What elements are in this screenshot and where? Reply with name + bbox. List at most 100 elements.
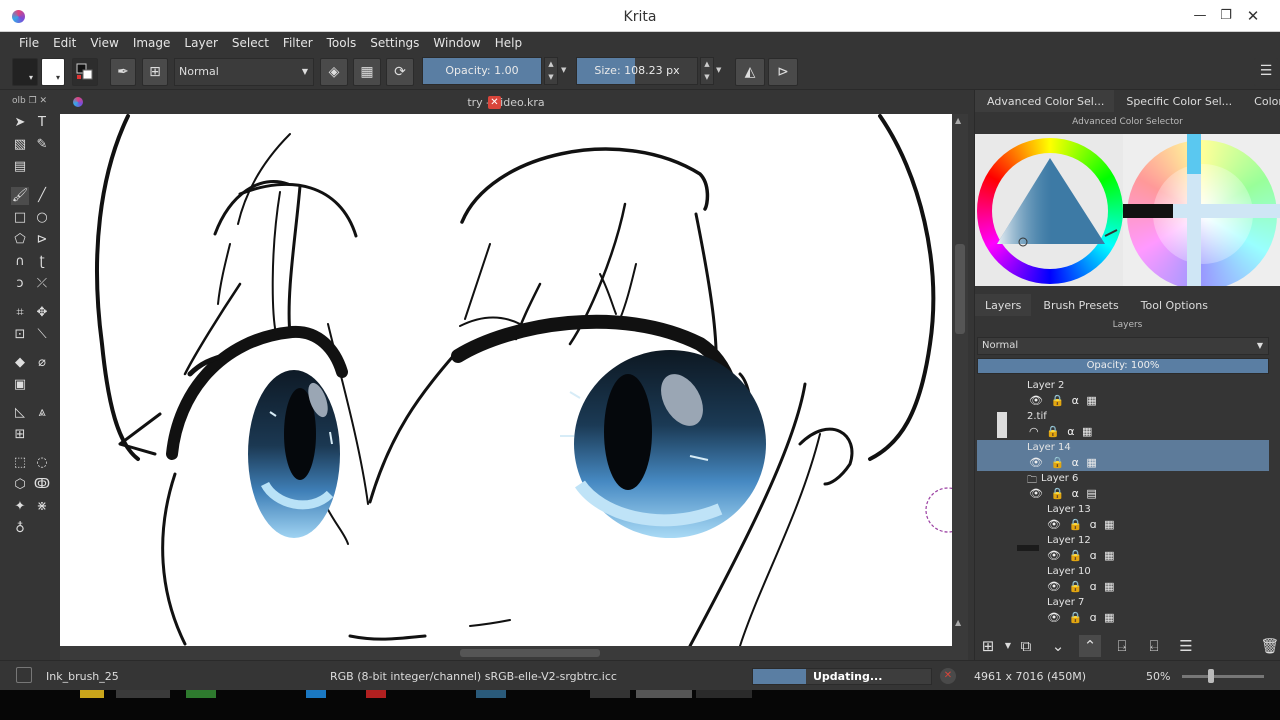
opacity-slider[interactable]: Opacity: 1.00 bbox=[422, 57, 542, 85]
layer-row[interactable]: Layer 2 👁 🔒 α ▦ bbox=[977, 378, 1269, 409]
dynamic-brush-icon[interactable]: ↄ bbox=[11, 275, 29, 293]
menu-tools[interactable]: Tools bbox=[320, 32, 364, 54]
freehand-select-icon[interactable]: ↂ bbox=[33, 476, 51, 494]
tab-brush-presets[interactable]: Brush Presets bbox=[1031, 294, 1128, 316]
scroll-down-icon[interactable]: ▲ bbox=[955, 618, 961, 627]
taskbar-app-icon[interactable] bbox=[590, 690, 630, 698]
layer-row[interactable]: Layer 10 👁 🔒 ɑ ▦ bbox=[977, 564, 1269, 595]
advanced-color-selector[interactable] bbox=[975, 134, 1280, 286]
perspective-grid-icon[interactable]: ⩓ bbox=[33, 404, 51, 422]
scroll-up-icon[interactable]: ▲ bbox=[955, 116, 961, 125]
layer-property-icons[interactable]: 👁 🔒 ɑ ▦ bbox=[1047, 611, 1117, 624]
transform-tool-icon[interactable]: ⊡ bbox=[11, 326, 29, 344]
layer-group-row[interactable]: 🗀 Layer 6 👁 🔒 α ▤ bbox=[977, 471, 1269, 502]
menu-edit[interactable]: Edit bbox=[46, 32, 83, 54]
zoom-level[interactable]: 50% bbox=[1146, 670, 1170, 683]
color-picker-icon[interactable]: ⌀ bbox=[33, 354, 51, 372]
tab-tool-options[interactable]: Tool Options bbox=[1129, 294, 1218, 316]
taskbar-app-icon[interactable] bbox=[636, 690, 692, 698]
document-tab-title[interactable]: try - video.kra bbox=[60, 96, 952, 109]
taskbar-app-icon[interactable] bbox=[116, 690, 170, 698]
bezier-select-icon[interactable]: ♁ bbox=[11, 520, 29, 538]
menu-filter[interactable]: Filter bbox=[276, 32, 320, 54]
menu-file[interactable]: File bbox=[12, 32, 46, 54]
flatten-layer-icon[interactable]: ⍇ bbox=[1143, 635, 1165, 657]
cancel-update-icon[interactable]: ✕ bbox=[940, 668, 956, 684]
tab-color-sliders[interactable]: Color Sli... bbox=[1242, 90, 1280, 112]
text-tool-icon[interactable]: T bbox=[33, 114, 51, 132]
add-layer-icon[interactable]: ⊞ bbox=[977, 635, 999, 657]
restore-button[interactable]: ❐ bbox=[1216, 8, 1236, 24]
layer-row[interactable]: 2.tif ◠ 🔒 α ▦ bbox=[977, 409, 1269, 440]
minimize-button[interactable]: — bbox=[1190, 8, 1210, 24]
calligraphy-icon[interactable]: ✎ bbox=[33, 136, 51, 154]
layer-property-icons[interactable]: 👁 🔒 ɑ ▦ bbox=[1047, 549, 1117, 562]
foreground-color-swatch[interactable]: ▾ bbox=[12, 58, 38, 86]
brush-settings-icon[interactable]: ⊞ bbox=[142, 58, 168, 86]
multibrush-icon[interactable]: ⤫ bbox=[33, 275, 51, 293]
brush-preset-icon[interactable]: ✒ bbox=[110, 58, 136, 86]
rect-select-icon[interactable]: ⬚ bbox=[11, 454, 29, 472]
taskbar-app-icon[interactable] bbox=[696, 690, 752, 698]
opacity-dropdown-icon[interactable]: ▼ bbox=[561, 66, 566, 74]
freehand-path-icon[interactable]: ʈ bbox=[33, 253, 51, 271]
menu-image[interactable]: Image bbox=[126, 32, 178, 54]
reload-preset-icon[interactable]: ⟳ bbox=[386, 58, 414, 86]
move-layer-down-icon[interactable]: ⌄ bbox=[1047, 635, 1069, 657]
delete-layer-icon[interactable]: 🗑 bbox=[1259, 635, 1280, 657]
measure-tool-icon[interactable]: ⟍ bbox=[33, 326, 51, 344]
reference-tool-icon[interactable]: ▤ bbox=[11, 158, 29, 176]
gradient-tool-icon[interactable]: ▣ bbox=[11, 376, 29, 394]
eraser-mode-icon[interactable]: ◈ bbox=[320, 58, 348, 86]
blend-mode-select[interactable]: Normal ▼ bbox=[174, 58, 314, 86]
layer-options-icon[interactable]: ☰ bbox=[1175, 635, 1197, 657]
size-dropdown-icon[interactable]: ▼ bbox=[716, 66, 721, 74]
size-slider[interactable]: Size: 108.23 px bbox=[576, 57, 698, 85]
move-tool-icon[interactable]: ✥ bbox=[33, 304, 51, 322]
opacity-spin-buttons[interactable]: ▲ ▼ bbox=[544, 57, 558, 85]
polygon-select-icon[interactable]: ⬡ bbox=[11, 476, 29, 494]
menu-help[interactable]: Help bbox=[488, 32, 529, 54]
duplicate-layer-icon[interactable]: ⧉ bbox=[1015, 635, 1037, 657]
tab-specific-color-selector[interactable]: Specific Color Sel... bbox=[1114, 90, 1242, 112]
close-button[interactable]: ✕ bbox=[1238, 8, 1268, 24]
swap-colors-icon[interactable] bbox=[72, 58, 98, 86]
zoom-slider-knob[interactable] bbox=[1208, 669, 1214, 683]
polygon-tool-icon[interactable]: ⬠ bbox=[11, 231, 29, 249]
grid-tool-icon[interactable]: ⊞ bbox=[11, 426, 29, 444]
select-shapes-icon[interactable]: ➤ bbox=[11, 114, 29, 132]
edit-shapes-icon[interactable]: ▧ bbox=[11, 136, 29, 154]
taskbar-app-icon[interactable] bbox=[476, 690, 506, 698]
close-document-button[interactable]: ✕ bbox=[488, 96, 501, 109]
zoom-slider[interactable] bbox=[1182, 669, 1264, 683]
menu-layer[interactable]: Layer bbox=[177, 32, 224, 54]
color-wheel[interactable] bbox=[977, 136, 1123, 286]
preserve-alpha-icon[interactable]: ▦ bbox=[353, 58, 381, 86]
assistant-tool-icon[interactable]: ◺ bbox=[11, 404, 29, 422]
tab-advanced-color-selector[interactable]: Advanced Color Sel... bbox=[975, 90, 1115, 112]
freehand-brush-icon[interactable]: 🖌 bbox=[11, 187, 29, 205]
layer-opacity-slider[interactable]: Opacity: 100% bbox=[977, 358, 1269, 374]
layer-list[interactable]: Layer 2 👁 🔒 α ▦ 2.tif ◠ 🔒 α ▦ Layer 14 👁… bbox=[975, 378, 1271, 628]
layer-property-icons[interactable]: 👁 🔒 ɑ ▦ bbox=[1047, 580, 1117, 593]
tab-layers[interactable]: Layers bbox=[975, 294, 1032, 316]
layer-blend-mode-select[interactable]: Normal ▼ bbox=[977, 337, 1269, 355]
toolbar-menu-icon[interactable]: ☰ bbox=[1254, 58, 1278, 86]
menu-window[interactable]: Window bbox=[426, 32, 487, 54]
layer-property-icons[interactable]: 👁 🔒 α ▤ bbox=[1029, 487, 1099, 500]
color-square-selector[interactable] bbox=[1123, 134, 1280, 286]
ellipse-tool-icon[interactable]: ○ bbox=[33, 209, 51, 227]
background-color-swatch[interactable]: ▾ bbox=[41, 58, 65, 86]
taskbar-app-icon[interactable] bbox=[80, 690, 104, 698]
bezier-tool-icon[interactable]: ∩ bbox=[11, 253, 29, 271]
polyline-tool-icon[interactable]: ⊳ bbox=[33, 231, 51, 249]
scrollbar-thumb[interactable] bbox=[460, 649, 600, 657]
layer-property-icons[interactable]: 👁 🔒 α ▦ bbox=[1029, 456, 1099, 469]
layer-row[interactable]: Layer 13 👁 🔒 ɑ ▦ bbox=[977, 502, 1269, 533]
layer-row-selected[interactable]: Layer 14 👁 🔒 α ▦ bbox=[977, 440, 1269, 471]
layer-property-icons[interactable]: ◠ 🔒 α ▦ bbox=[1029, 425, 1094, 438]
drawing-canvas[interactable] bbox=[60, 114, 952, 646]
move-layer-up-icon[interactable]: ⌃ bbox=[1079, 635, 1101, 657]
mirror-vertical-icon[interactable]: ⊳ bbox=[768, 58, 798, 86]
menu-settings[interactable]: Settings bbox=[363, 32, 426, 54]
